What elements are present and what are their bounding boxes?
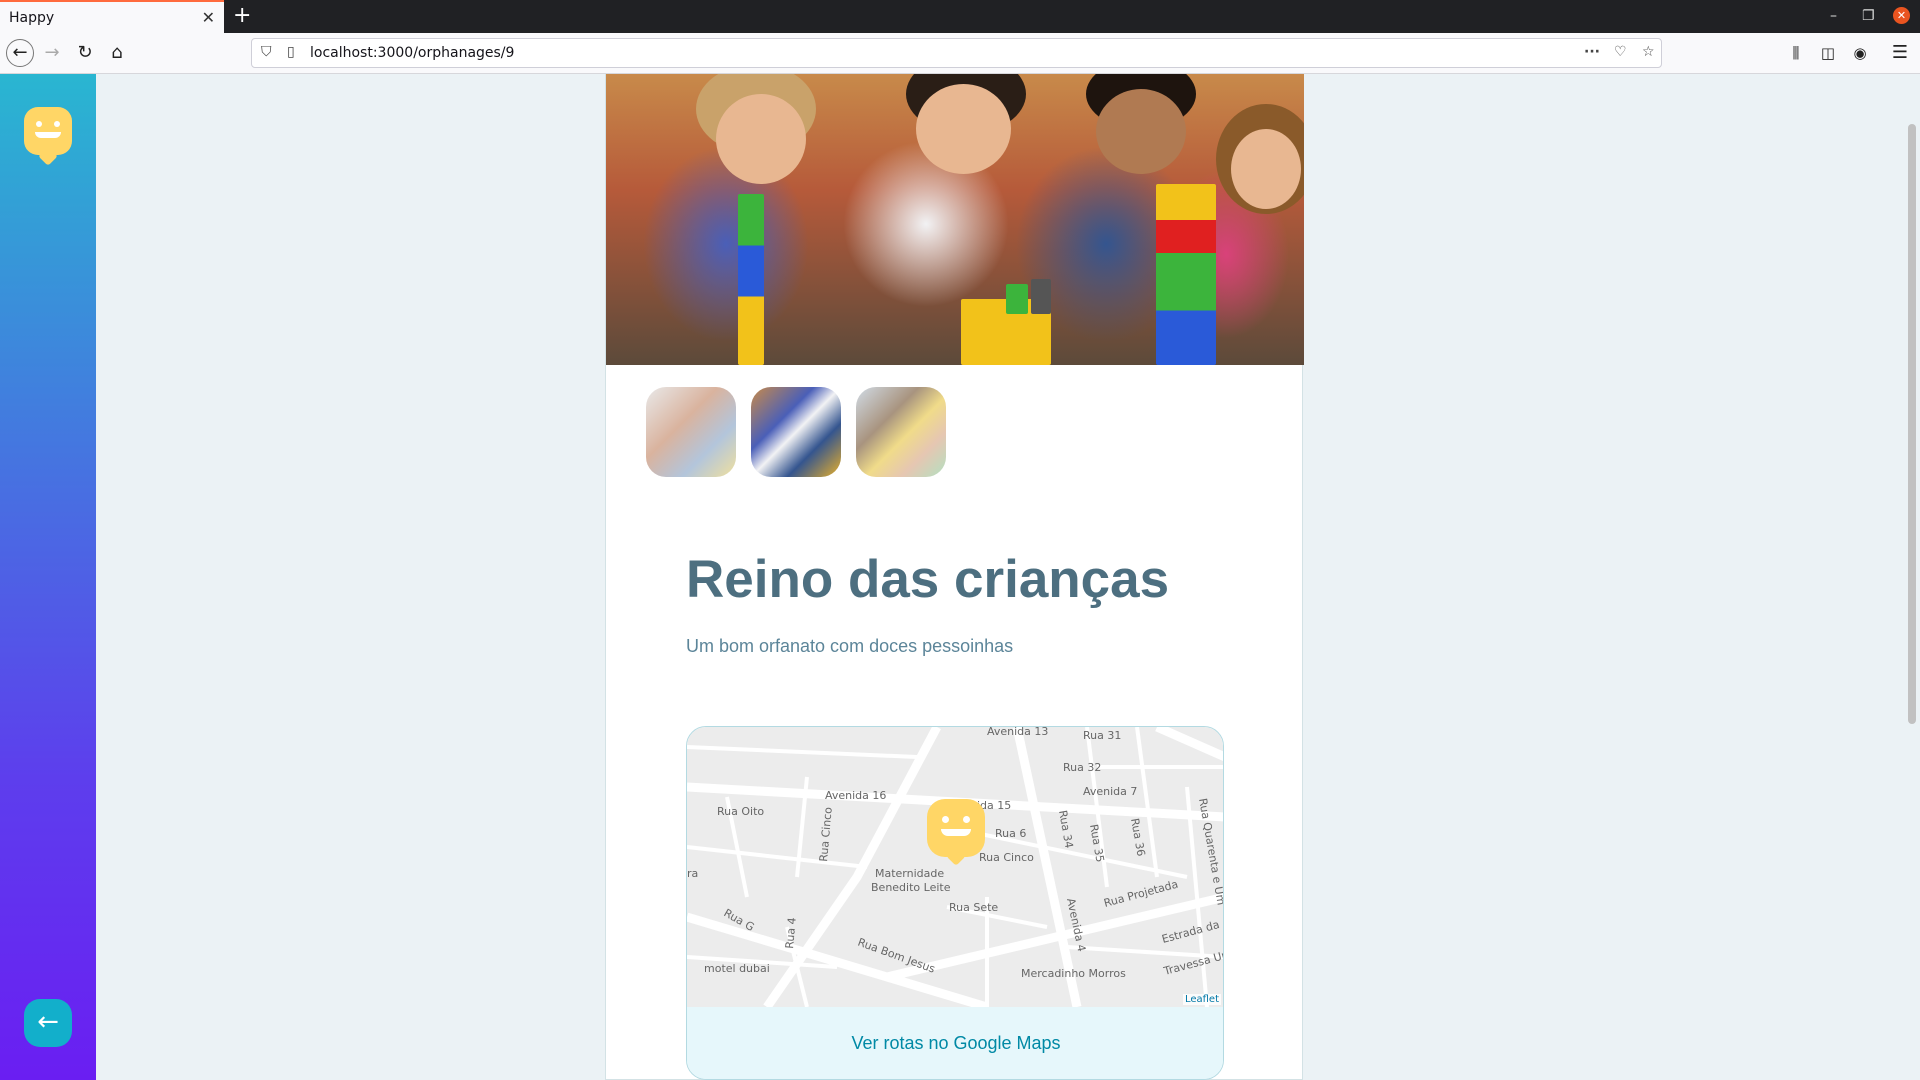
browser-tab-bar: Happy ✕ + – ❐ ✕ [0, 0, 1920, 33]
thumbnail-1[interactable] [646, 387, 736, 477]
toy-block-tower [1156, 184, 1216, 365]
window-close-icon[interactable]: ✕ [1893, 7, 1910, 24]
browser-tab[interactable]: Happy ✕ [0, 0, 224, 33]
map-label: Rua 6 [995, 827, 1026, 840]
marker-smile [941, 829, 971, 836]
map-label: Rua 34 [1056, 809, 1075, 849]
pocket-icon[interactable]: ♡ [1614, 44, 1627, 60]
more-icon[interactable]: ··· [1584, 44, 1600, 60]
map-label: Rua 32 [1063, 761, 1101, 774]
map-label: Rua 4 [783, 917, 799, 949]
shield-icon[interactable]: ⛉ [261, 44, 272, 60]
browser-nav-bar: ← → ↻ ⌂ ⛉ ▯ localhost:3000/orphanages/9 … [0, 33, 1920, 74]
map-label: motel dubai [704, 962, 770, 975]
page-scrollbar[interactable] [1908, 124, 1916, 724]
go-back-button[interactable]: ← [24, 999, 72, 1047]
tab-close-icon[interactable]: ✕ [202, 8, 215, 27]
orphanage-map-marker-icon[interactable] [927, 799, 985, 857]
orphanage-about: Um bom orfanato com doces pessoinhas [686, 636, 1014, 656]
map-label: Estrada da [1160, 918, 1221, 946]
map-container: Avenida 13 Rua 31 Rua 32 Avenida 7 Aveni… [686, 726, 1224, 1080]
page-icon: ▯ [287, 44, 295, 60]
logo-eye [36, 121, 42, 127]
orphanage-details-card: Reino das crianças Um bom orfanato com d… [605, 74, 1304, 1080]
logo-eye [54, 121, 60, 127]
map-label: Rua Cinco [979, 851, 1034, 864]
arrow-left-icon: ← [37, 1007, 59, 1037]
toy-block [1031, 279, 1051, 314]
menu-icon[interactable]: ☰ [1888, 41, 1912, 65]
child-face [1231, 129, 1301, 209]
toy-block [1006, 284, 1028, 314]
child-face [916, 84, 1011, 174]
map-footer: Ver rotas no Google Maps [687, 1007, 1223, 1079]
sidebar-toggle-icon[interactable]: ◫ [1816, 41, 1840, 65]
reload-icon[interactable]: ↻ [73, 41, 97, 65]
library-icon[interactable]: ⫼ [1784, 41, 1808, 65]
main-photo [606, 74, 1304, 365]
minimize-icon[interactable]: – [1830, 8, 1837, 24]
google-maps-routes-link[interactable]: Ver rotas no Google Maps [687, 1033, 1223, 1054]
bookmark-star-icon[interactable]: ☆ [1642, 44, 1655, 60]
map-label: Rua Sete [949, 901, 998, 914]
marker-eye [942, 816, 949, 823]
leaflet-attribution-link[interactable]: Leaflet [1182, 994, 1221, 1005]
map-label: ra [687, 867, 698, 880]
url-bar[interactable]: ⛉ ▯ localhost:3000/orphanages/9 ··· ♡ ☆ [251, 38, 1662, 68]
map-label: Rua 31 [1083, 729, 1121, 742]
map[interactable]: Avenida 13 Rua 31 Rua 32 Avenida 7 Aveni… [687, 727, 1223, 1012]
map-streets: Avenida 13 Rua 31 Rua 32 Avenida 7 Aveni… [687, 727, 1223, 1012]
marker-eye [963, 816, 970, 823]
app-sidebar: ← [0, 74, 96, 1080]
happy-logo-icon [24, 107, 72, 155]
tab-title: Happy [9, 10, 55, 26]
thumbnail-3[interactable] [856, 387, 946, 477]
account-icon[interactable]: ◉ [1848, 41, 1872, 65]
new-tab-icon[interactable]: + [233, 3, 251, 28]
map-label: Rua Projetada [1102, 878, 1179, 910]
child-face [1096, 89, 1186, 174]
toy-block-tower [738, 194, 764, 365]
map-label: Mercadinho Morros [1021, 967, 1126, 980]
home-icon[interactable]: ⌂ [105, 41, 129, 65]
map-label: Benedito Leite [871, 881, 951, 894]
thumbnail-2-active[interactable] [751, 387, 841, 477]
orphanage-name: Reino das crianças [686, 550, 1170, 609]
browser-forward-icon[interactable]: → [40, 41, 64, 65]
browser-back-icon[interactable]: ← [6, 39, 34, 67]
url-text[interactable]: localhost:3000/orphanages/9 [310, 45, 514, 61]
map-label: Rua Oito [717, 805, 764, 818]
restore-icon[interactable]: ❐ [1862, 8, 1875, 24]
map-label: Avenida 7 [1083, 785, 1137, 798]
map-label: Maternidade [875, 867, 944, 880]
child-face [716, 94, 806, 184]
map-label: Rua Cinco [817, 806, 835, 862]
map-label: Rua 36 [1128, 817, 1147, 857]
map-label: Avenida 16 [825, 789, 886, 802]
map-label: Avenida 13 [987, 727, 1048, 738]
logo-smile [35, 132, 61, 138]
